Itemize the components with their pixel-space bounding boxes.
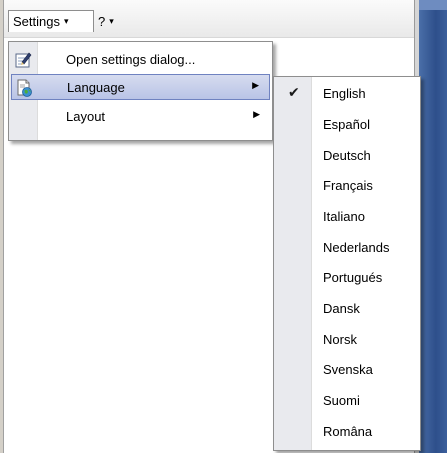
menu-item-label: Layout (66, 109, 106, 124)
language-option-dansk[interactable]: Dansk (276, 295, 418, 323)
language-option-deutsch[interactable]: Deutsch (276, 142, 418, 170)
edit-settings-icon (14, 51, 32, 69)
language-globe-icon (15, 79, 33, 97)
document-area-divider (4, 37, 414, 38)
settings-menu-label: Settings (13, 14, 60, 29)
language-option-portugues[interactable]: Portugués (276, 264, 418, 292)
side-panel (419, 0, 447, 453)
language-option-label: Portugués (323, 270, 383, 285)
language-option-label: Deutsch (323, 148, 371, 163)
menu-item-label: Open settings dialog... (66, 52, 196, 67)
window-left-border (0, 0, 4, 453)
language-option-label: Français (323, 178, 373, 193)
menu-item-open-settings-dialog[interactable]: Open settings dialog... (11, 47, 270, 73)
language-option-romana[interactable]: Româna (276, 418, 418, 446)
help-menu-button[interactable]: ? ▾ (94, 10, 128, 32)
language-option-english[interactable]: ✔ English (276, 80, 418, 108)
language-option-label: Español (323, 117, 370, 132)
language-option-italiano[interactable]: Italiano (276, 203, 418, 231)
submenu-arrow-icon: ▶ (252, 80, 259, 90)
language-option-espanol[interactable]: Español (276, 111, 418, 139)
language-option-nederlands[interactable]: Nederlands (276, 234, 418, 262)
language-option-label: English (323, 86, 366, 101)
checkmark-icon: ✔ (288, 84, 300, 100)
menu-item-label: Language (67, 80, 125, 95)
language-submenu: ✔ English Español Deutsch Français Itali… (273, 76, 421, 451)
menu-item-layout[interactable]: Layout ▶ (11, 104, 270, 130)
chevron-down-icon: ▾ (109, 15, 114, 26)
language-option-label: Nederlands (323, 240, 390, 255)
settings-dropdown-menu: Open settings dialog... Language ▶ Layou… (8, 41, 273, 141)
language-option-label: Dansk (323, 301, 360, 316)
language-option-francais[interactable]: Français (276, 172, 418, 200)
language-option-suomi[interactable]: Suomi (276, 387, 418, 415)
language-option-norsk[interactable]: Norsk (276, 326, 418, 354)
chevron-down-icon: ▾ (63, 16, 69, 26)
settings-menu-button[interactable]: Settings ▾ (8, 10, 94, 32)
help-menu-label: ? (98, 13, 106, 29)
language-option-label: Italiano (323, 209, 365, 224)
language-option-label: Svenska (323, 362, 373, 377)
language-option-label: Româna (323, 424, 373, 439)
submenu-arrow-icon: ▶ (253, 109, 260, 119)
language-option-svenska[interactable]: Svenska (276, 356, 418, 384)
side-panel-header (419, 0, 447, 10)
language-option-label: Norsk (323, 332, 357, 347)
menu-item-language[interactable]: Language ▶ (11, 74, 270, 100)
language-option-label: Suomi (323, 393, 360, 408)
